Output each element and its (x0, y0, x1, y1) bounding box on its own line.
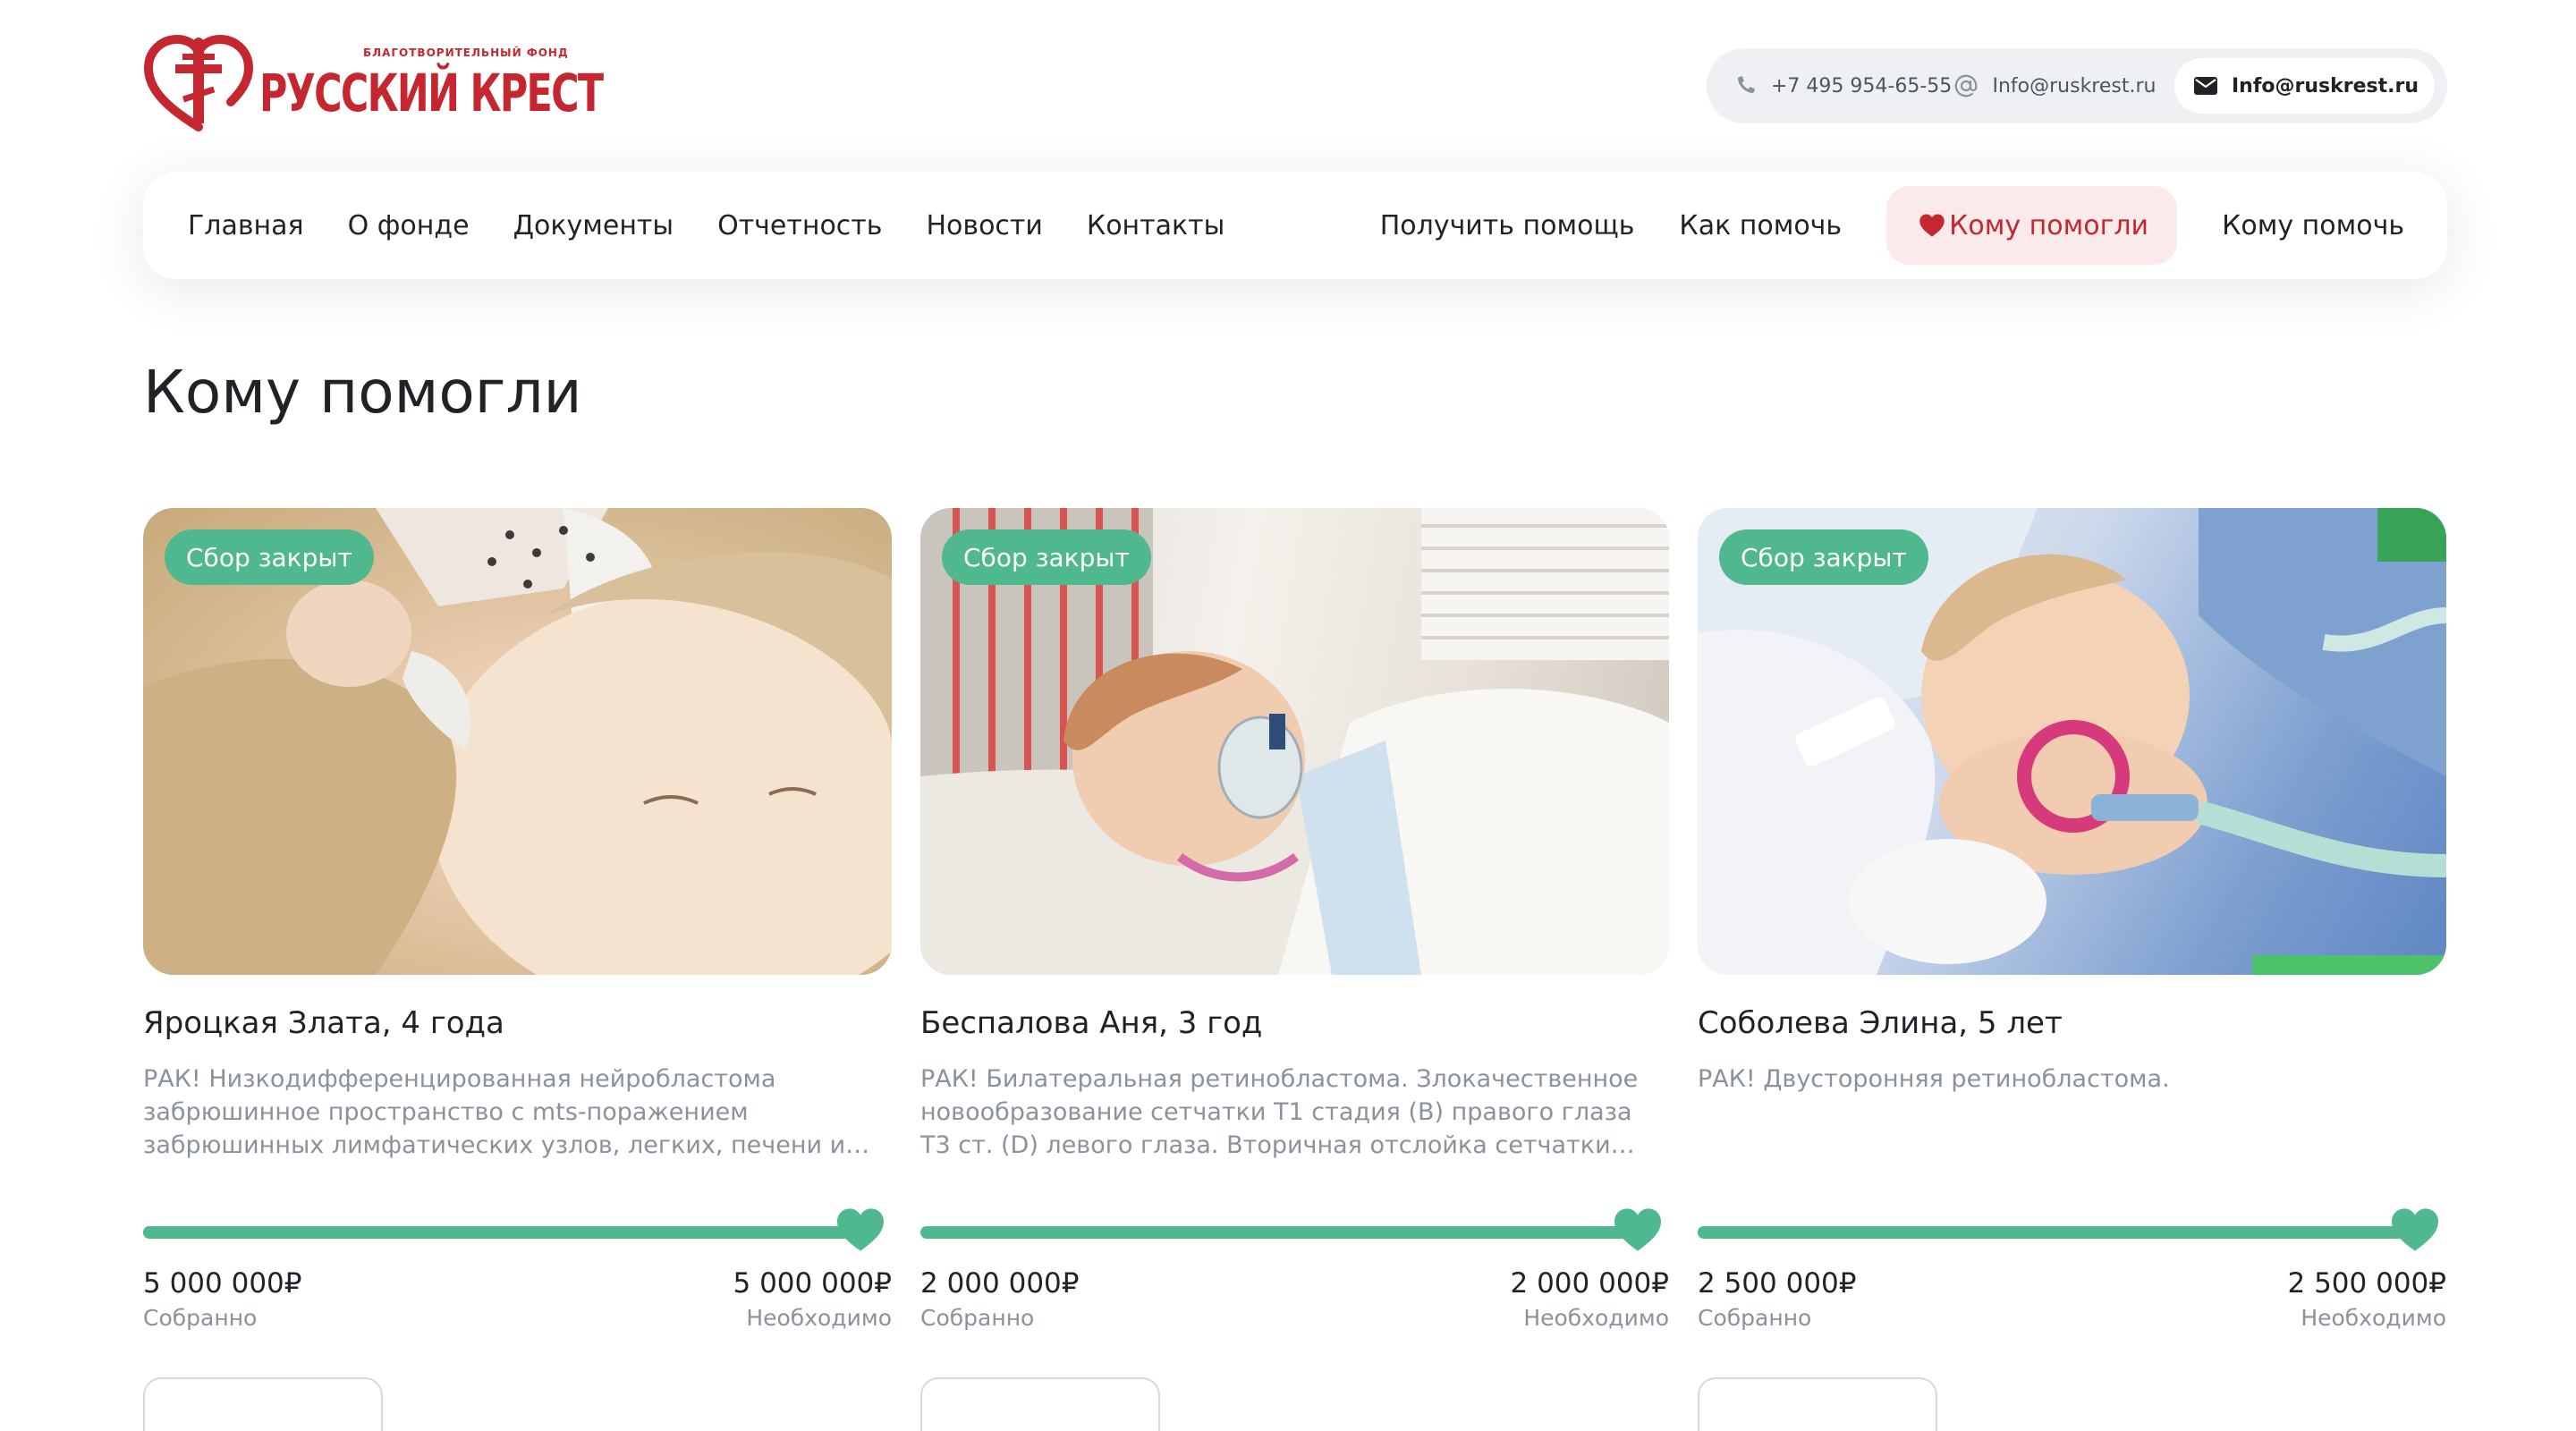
contacts-bar: +7 495 954-65-55 Info@ruskrest.ru Info@r… (1707, 48, 2447, 123)
site-header: БЛАГОТВОРИТЕЛЬНЫЙ ФОНД РУССКИЙ КРЕСТ +7 … (0, 0, 2576, 170)
collected-amount: 5 000 000₽ (143, 1267, 302, 1300)
beneficiary-card[interactable]: Сбор закрыт Беспалова Аня, 3 год РАК! Би… (920, 508, 1670, 1431)
status-badge: Сбор закрыт (1719, 529, 1928, 585)
nav-link-contacts[interactable]: Контакты (1087, 210, 1224, 241)
collected-label: Собранно (1698, 1305, 1812, 1331)
needed-amount: 2 000 000₽ (1510, 1267, 1670, 1300)
beneficiary-card[interactable]: Сбор закрыт Соболева Элина, 5 лет РАК! Д… (1698, 508, 2447, 1431)
cards-grid: Сбор закрыт Яроцкая Злата, 4 года РАК! Н… (143, 508, 2447, 1431)
beneficiary-card[interactable]: Сбор закрыт Яроцкая Злата, 4 года РАК! Н… (143, 508, 893, 1431)
nav-link-how-to-help[interactable]: Как помочь (1679, 210, 1842, 241)
main-navigation: Главная О фонде Документы Отчетность Нов… (143, 172, 2447, 279)
collected-amount: 2 500 000₽ (1698, 1267, 1857, 1300)
nav-link-helped-label: Кому помогли (1949, 209, 2149, 241)
logo-subtitle: БЛАГОТВОРИТЕЛЬНЫЙ ФОНД (363, 47, 569, 59)
card-description: РАК! Билатеральная ретинобластома. Злока… (920, 1065, 1639, 1159)
email-address: Info@ruskrest.ru (1992, 74, 2157, 97)
nav-link-documents[interactable]: Документы (513, 210, 674, 241)
progress-fill (1698, 1226, 2404, 1239)
heart-icon (1614, 1208, 1661, 1251)
needed-label: Необходимо (2301, 1305, 2446, 1331)
card-name[interactable]: Соболева Элина, 5 лет (1698, 1005, 2446, 1041)
logo[interactable]: БЛАГОТВОРИТЕЛЬНЫЙ ФОНД РУССКИЙ КРЕСТ (143, 34, 604, 134)
email-button[interactable]: Info@ruskrest.ru (2174, 58, 2435, 114)
progress-fill (143, 1226, 850, 1239)
needed-amount: 2 500 000₽ (2287, 1267, 2447, 1300)
heart-cross-logo-icon (143, 34, 254, 131)
progress-bar (143, 1208, 892, 1251)
card-button[interactable] (143, 1377, 383, 1431)
email-button-label: Info@ruskrest.ru (2231, 74, 2419, 97)
nav-link-home[interactable]: Главная (188, 210, 304, 241)
needed-amount: 5 000 000₽ (733, 1267, 893, 1300)
collected-label: Собранно (920, 1305, 1035, 1331)
progress-bar (920, 1208, 1669, 1251)
needed-label: Необходимо (1523, 1305, 1669, 1331)
status-badge: Сбор закрыт (942, 529, 1151, 585)
card-photo[interactable]: Сбор закрыт (1698, 508, 2446, 975)
nav-link-about[interactable]: О фонде (348, 210, 470, 241)
card-name[interactable]: Беспалова Аня, 3 год (920, 1005, 1669, 1041)
logo-name: РУССКИЙ КРЕСТ (259, 63, 604, 123)
card-button[interactable] (1698, 1377, 1937, 1431)
card-name[interactable]: Яроцкая Злата, 4 года (143, 1005, 892, 1041)
card-description: РАК! Двусторонняя ретинобластома. (1698, 1065, 2170, 1093)
collected-amount: 2 000 000₽ (920, 1267, 1080, 1300)
nav-link-helped[interactable]: Кому помогли (1886, 186, 2178, 265)
nav-link-news[interactable]: Новости (926, 210, 1042, 241)
progress-bar (1698, 1208, 2446, 1251)
card-photo[interactable]: Сбор закрыт (920, 508, 1669, 975)
nav-link-get-help[interactable]: Получить помощь (1380, 210, 1635, 241)
envelope-icon (2192, 72, 2219, 99)
heart-icon (837, 1208, 884, 1251)
heart-icon (1919, 213, 1945, 238)
nav-link-who-to-help[interactable]: Кому помочь (2222, 210, 2404, 241)
nav-link-reports[interactable]: Отчетность (717, 210, 882, 241)
phone-number: +7 495 954-65-55 (1771, 74, 1953, 97)
collected-label: Собранно (143, 1305, 258, 1331)
phone-icon (1732, 72, 1758, 99)
at-sign-icon (1953, 72, 1979, 99)
card-button[interactable] (920, 1377, 1160, 1431)
page-title: Кому помогли (143, 358, 582, 427)
email-link[interactable]: Info@ruskrest.ru (1953, 72, 2174, 99)
card-description: РАК! Низкодифференцированная нейробласто… (143, 1065, 870, 1159)
heart-icon (2392, 1208, 2438, 1251)
progress-fill (920, 1226, 1627, 1239)
card-photo[interactable]: Сбор закрыт (143, 508, 892, 975)
status-badge: Сбор закрыт (165, 529, 374, 585)
needed-label: Необходимо (746, 1305, 892, 1331)
phone-link[interactable]: +7 495 954-65-55 (1732, 72, 1953, 99)
